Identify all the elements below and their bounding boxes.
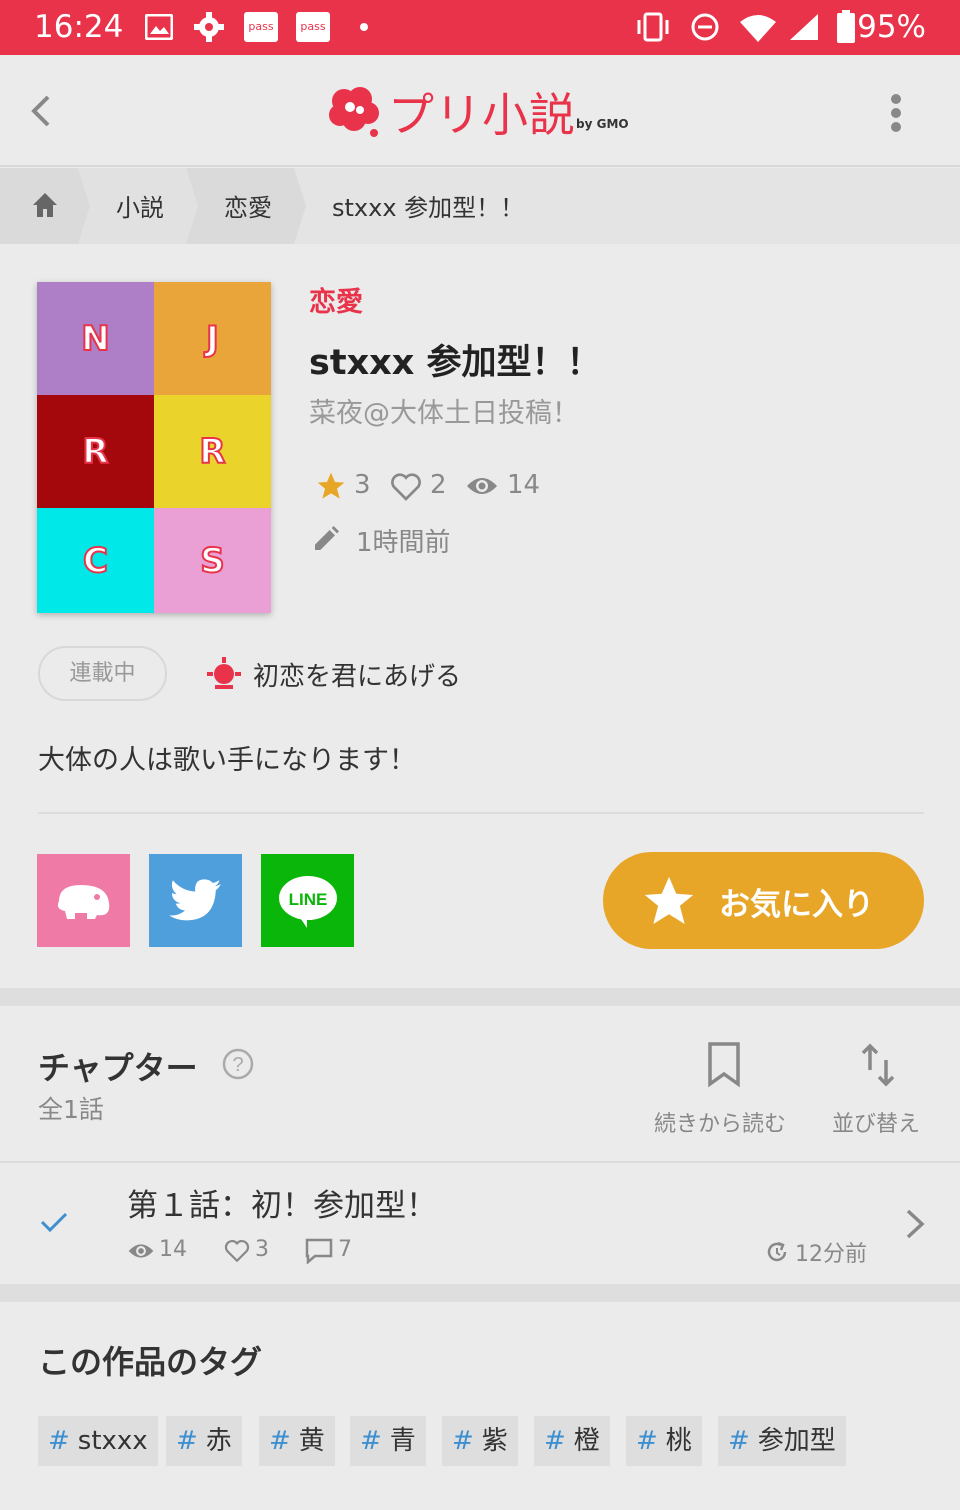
cover-tile: J bbox=[154, 282, 271, 395]
svg-text:?: ? bbox=[232, 1054, 243, 1076]
tag-chip[interactable]: # 紫 bbox=[442, 1416, 518, 1466]
app-logo-text: プリ小説 bbox=[388, 88, 576, 142]
award-icon bbox=[207, 657, 241, 689]
status-time: 16:24 bbox=[34, 9, 124, 45]
battery-icon bbox=[837, 10, 855, 43]
sort-icon[interactable] bbox=[860, 1042, 896, 1088]
comment-icon bbox=[305, 1238, 333, 1264]
chevron-right-icon bbox=[906, 1209, 925, 1239]
cover-tile: S bbox=[154, 508, 271, 613]
chapter-heading: チャプター bbox=[38, 1049, 198, 1087]
home-icon[interactable] bbox=[30, 190, 60, 220]
section-separator bbox=[0, 1284, 960, 1302]
more-vert-icon[interactable] bbox=[888, 93, 904, 135]
tag-chip[interactable]: # 赤 bbox=[166, 1416, 242, 1466]
sort-button[interactable]: 並び替え bbox=[832, 1106, 920, 1138]
divider bbox=[38, 812, 924, 814]
bookmark-icon[interactable] bbox=[706, 1042, 742, 1088]
app-bar: プリ小説 by GMO bbox=[0, 55, 960, 167]
story-title: stxxx 参加型！！ bbox=[309, 343, 602, 383]
view-count: 14 bbox=[507, 470, 541, 500]
update-icon bbox=[767, 1241, 787, 1262]
tag-chip[interactable]: # 参加型 bbox=[718, 1416, 846, 1466]
updated-time: 1時間前 bbox=[356, 528, 451, 558]
breadcrumb-novel[interactable]: 小説 bbox=[116, 188, 164, 223]
read-check-icon bbox=[40, 1212, 68, 1233]
favorite-button[interactable]: お気に入り bbox=[603, 852, 924, 949]
image-icon bbox=[145, 14, 173, 40]
episode-updated-time: 12分前 bbox=[795, 1242, 867, 1267]
award-title[interactable]: 初恋を君にあげる bbox=[253, 656, 461, 693]
elephant-icon bbox=[57, 884, 109, 919]
status-bar: 16:24 pass pass 95% bbox=[0, 0, 960, 55]
favorite-label: お気に入り bbox=[719, 887, 874, 923]
like-count: 2 bbox=[430, 470, 447, 500]
tags-heading: この作品のタグ bbox=[38, 1343, 263, 1381]
cover-tile: R bbox=[37, 395, 154, 508]
cover-tile: N bbox=[37, 282, 154, 395]
more-notifications-dot bbox=[360, 23, 368, 31]
line-share-button[interactable]: LINE bbox=[261, 854, 354, 947]
pass-notification-icon: pass bbox=[244, 12, 278, 42]
eye-icon bbox=[467, 478, 497, 494]
breadcrumb-genre[interactable]: 恋愛 bbox=[224, 188, 272, 223]
line-logo-icon: LINE bbox=[278, 875, 337, 928]
pass-notification-icon: pass bbox=[296, 12, 330, 42]
do-not-disturb-icon bbox=[691, 13, 719, 41]
prism-share-button[interactable] bbox=[37, 854, 130, 947]
line-logo-text: LINE bbox=[288, 890, 327, 909]
signal-icon bbox=[790, 14, 818, 40]
story-genre[interactable]: 恋愛 bbox=[309, 280, 363, 319]
tag-chip[interactable]: # 青 bbox=[350, 1416, 426, 1466]
app-logo-gmo: by GMO bbox=[576, 117, 629, 131]
episode-title[interactable]: 第１話：初！参加型！ bbox=[127, 1180, 437, 1225]
cover-tile: C bbox=[37, 508, 154, 613]
heart-icon bbox=[391, 473, 421, 501]
star-icon bbox=[644, 876, 694, 924]
story-cover-image[interactable]: N J R R C S bbox=[37, 282, 271, 613]
back-icon[interactable] bbox=[28, 93, 56, 129]
breadcrumb: 小説 恋愛 stxxx 参加型！！ bbox=[0, 168, 960, 244]
tag-chip[interactable]: # 桃 bbox=[626, 1416, 702, 1466]
prism-logo-icon bbox=[329, 87, 379, 137]
heart-icon bbox=[224, 1239, 250, 1263]
star-count: 3 bbox=[354, 470, 371, 500]
pencil-icon bbox=[315, 526, 339, 550]
episode-view-count: 14 bbox=[159, 1237, 187, 1262]
continue-reading-button[interactable]: 続きから読む bbox=[654, 1106, 786, 1138]
cover-tile: R bbox=[154, 395, 271, 508]
breadcrumb-current: stxxx 参加型！！ bbox=[332, 194, 525, 222]
section-separator bbox=[0, 988, 960, 1006]
twitter-bird-icon bbox=[168, 878, 221, 920]
tag-chip[interactable]: # 黄 bbox=[259, 1416, 335, 1466]
tag-chip[interactable]: # 橙 bbox=[534, 1416, 610, 1466]
star-icon bbox=[317, 472, 345, 499]
gear-icon bbox=[194, 12, 224, 42]
eye-icon bbox=[128, 1244, 154, 1258]
story-description: 大体の人は歌い手になります！ bbox=[38, 745, 416, 776]
serial-status-badge: 連載中 bbox=[38, 646, 167, 701]
battery-percent: 95% bbox=[857, 9, 926, 45]
tag-chip[interactable]: # stxxx bbox=[38, 1416, 158, 1466]
story-author[interactable]: 菜夜@大体土日投稿！ bbox=[309, 391, 579, 430]
episode-like-count: 3 bbox=[255, 1237, 269, 1262]
vibrate-icon bbox=[637, 12, 669, 42]
episode-comment-count: 7 bbox=[338, 1237, 352, 1262]
chapter-count: 全1話 bbox=[38, 1095, 104, 1124]
twitter-share-button[interactable] bbox=[149, 854, 242, 947]
wifi-icon bbox=[740, 15, 776, 42]
help-icon[interactable]: ? bbox=[222, 1048, 254, 1080]
